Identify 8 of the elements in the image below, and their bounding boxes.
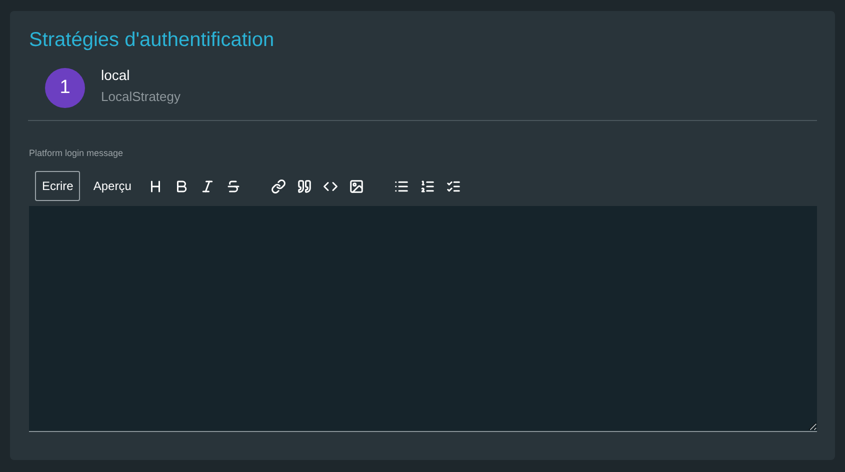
strategy-type: LocalStrategy (101, 88, 180, 104)
strategy-name: local (101, 66, 131, 82)
message-input[interactable] (29, 206, 817, 432)
number-avatar: 1 (45, 68, 85, 108)
field-label: Platform login message (29, 148, 124, 158)
editor-tab[interactable]: Aperçu (86, 171, 138, 201)
editor-tab[interactable]: Ecrire (35, 171, 80, 201)
card-title: Stratégies d'authentification (29, 29, 276, 52)
